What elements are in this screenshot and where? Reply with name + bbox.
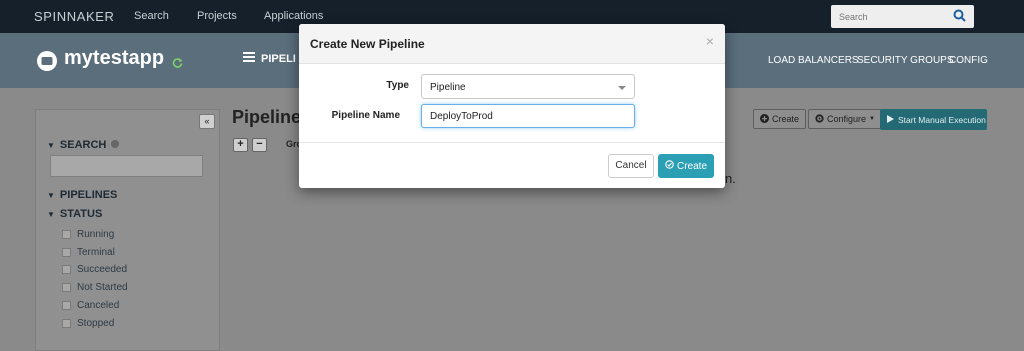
checkbox[interactable] bbox=[62, 230, 71, 239]
status-filter-label: Terminal bbox=[77, 247, 115, 258]
modal-header: Create New Pipeline × bbox=[299, 24, 725, 64]
cancel-button[interactable]: Cancel bbox=[608, 154, 654, 178]
refresh-icon[interactable] bbox=[172, 55, 183, 73]
start-manual-execution-label: Start Manual Execution bbox=[898, 114, 986, 125]
nav-link-projects[interactable]: Projects bbox=[197, 10, 237, 22]
tab-load-balancers[interactable]: LOAD BALANCERS bbox=[768, 55, 859, 66]
start-manual-execution-button[interactable]: Start Manual Execution bbox=[880, 109, 987, 130]
nav-link-applications[interactable]: Applications bbox=[264, 10, 323, 22]
pipelines-icon bbox=[243, 52, 255, 65]
chevron-down-icon bbox=[618, 86, 626, 90]
nav-link-search[interactable]: Search bbox=[134, 10, 169, 22]
status-filter-succeeded[interactable]: Succeeded bbox=[62, 264, 127, 275]
checkbox[interactable] bbox=[62, 283, 71, 292]
pipeline-name-input[interactable] bbox=[421, 104, 635, 128]
checkbox[interactable] bbox=[62, 301, 71, 310]
play-icon bbox=[887, 114, 894, 125]
status-filter-label: Succeeded bbox=[77, 264, 128, 275]
type-label: Type bbox=[386, 80, 409, 91]
status-filter-stopped[interactable]: Stopped bbox=[62, 318, 114, 329]
help-icon[interactable] bbox=[111, 139, 120, 151]
type-select[interactable]: Pipeline bbox=[421, 74, 635, 99]
global-search-input[interactable] bbox=[831, 5, 951, 28]
configure-label: Configure bbox=[827, 114, 867, 124]
expand-all-button[interactable]: + bbox=[233, 138, 248, 152]
status-filter-not-started[interactable]: Not Started bbox=[62, 282, 128, 293]
modal-footer-divider bbox=[299, 142, 725, 143]
collapse-sidebar-button[interactable]: « bbox=[199, 114, 215, 129]
create-pipeline-button[interactable]: Create bbox=[753, 109, 807, 129]
chevron-down-icon: ▼ bbox=[869, 116, 875, 122]
gear-icon bbox=[815, 113, 824, 125]
chevron-down-icon: ▼ bbox=[47, 140, 55, 150]
global-search bbox=[831, 5, 974, 28]
checkbox[interactable] bbox=[62, 319, 71, 328]
checkbox[interactable] bbox=[62, 265, 71, 274]
tab-security-groups[interactable]: SECURITY GROUPS bbox=[857, 55, 954, 66]
filter-section-pipelines[interactable]: ▼ PIPELINES bbox=[47, 189, 117, 201]
app-icon bbox=[36, 50, 58, 77]
tab-config[interactable]: CONFIG bbox=[949, 55, 988, 66]
create-button[interactable]: Create bbox=[658, 154, 714, 178]
chevron-down-icon: ▼ bbox=[47, 190, 55, 200]
filter-section-status[interactable]: ▼ STATUS bbox=[47, 208, 102, 220]
create-pipeline-label: Create bbox=[772, 114, 800, 124]
modal-title: Create New Pipeline bbox=[310, 37, 425, 51]
chevron-down-icon: ▼ bbox=[47, 209, 55, 219]
status-filter-terminal[interactable]: Terminal bbox=[62, 247, 115, 258]
search-icon[interactable] bbox=[953, 9, 966, 27]
status-filter-running[interactable]: Running bbox=[62, 229, 114, 240]
status-filter-label: Running bbox=[77, 229, 115, 240]
tab-pipelines-label: PIPELI bbox=[261, 52, 296, 65]
create-pipeline-modal: Create New Pipeline × Type Pipeline Pipe… bbox=[299, 24, 725, 188]
tab-pipelines[interactable]: PIPELI bbox=[243, 52, 296, 65]
filter-sidebar: « ▼ SEARCH ▼ PIPELINES ▼ STATUS Running … bbox=[35, 109, 220, 351]
filter-section-pipelines-label: PIPELINES bbox=[59, 189, 118, 201]
configure-button[interactable]: Configure ▼ bbox=[808, 109, 882, 129]
status-filter-label: Canceled bbox=[77, 300, 120, 311]
create-button-label: Create bbox=[676, 160, 707, 172]
filter-section-search[interactable]: ▼ SEARCH bbox=[47, 139, 120, 151]
filter-search-input[interactable] bbox=[50, 155, 203, 177]
status-filter-canceled[interactable]: Canceled bbox=[62, 300, 119, 311]
plus-circle-icon bbox=[760, 113, 769, 125]
filter-section-status-label: STATUS bbox=[59, 208, 103, 220]
app-name: mytestapp bbox=[64, 47, 165, 69]
checkbox[interactable] bbox=[62, 248, 71, 257]
check-circle-icon bbox=[665, 160, 674, 172]
status-filter-label: Stopped bbox=[77, 318, 115, 329]
filter-section-search-label: SEARCH bbox=[59, 139, 107, 151]
status-filter-label: Not Started bbox=[77, 282, 128, 293]
close-icon[interactable]: × bbox=[706, 33, 714, 49]
type-select-value: Pipeline bbox=[430, 82, 466, 93]
brand-logo[interactable]: SPINNAKER bbox=[34, 9, 115, 24]
collapse-all-button[interactable]: − bbox=[252, 138, 267, 152]
pipeline-name-label: Pipeline Name bbox=[331, 110, 400, 121]
empty-state-text: n. bbox=[725, 171, 736, 186]
